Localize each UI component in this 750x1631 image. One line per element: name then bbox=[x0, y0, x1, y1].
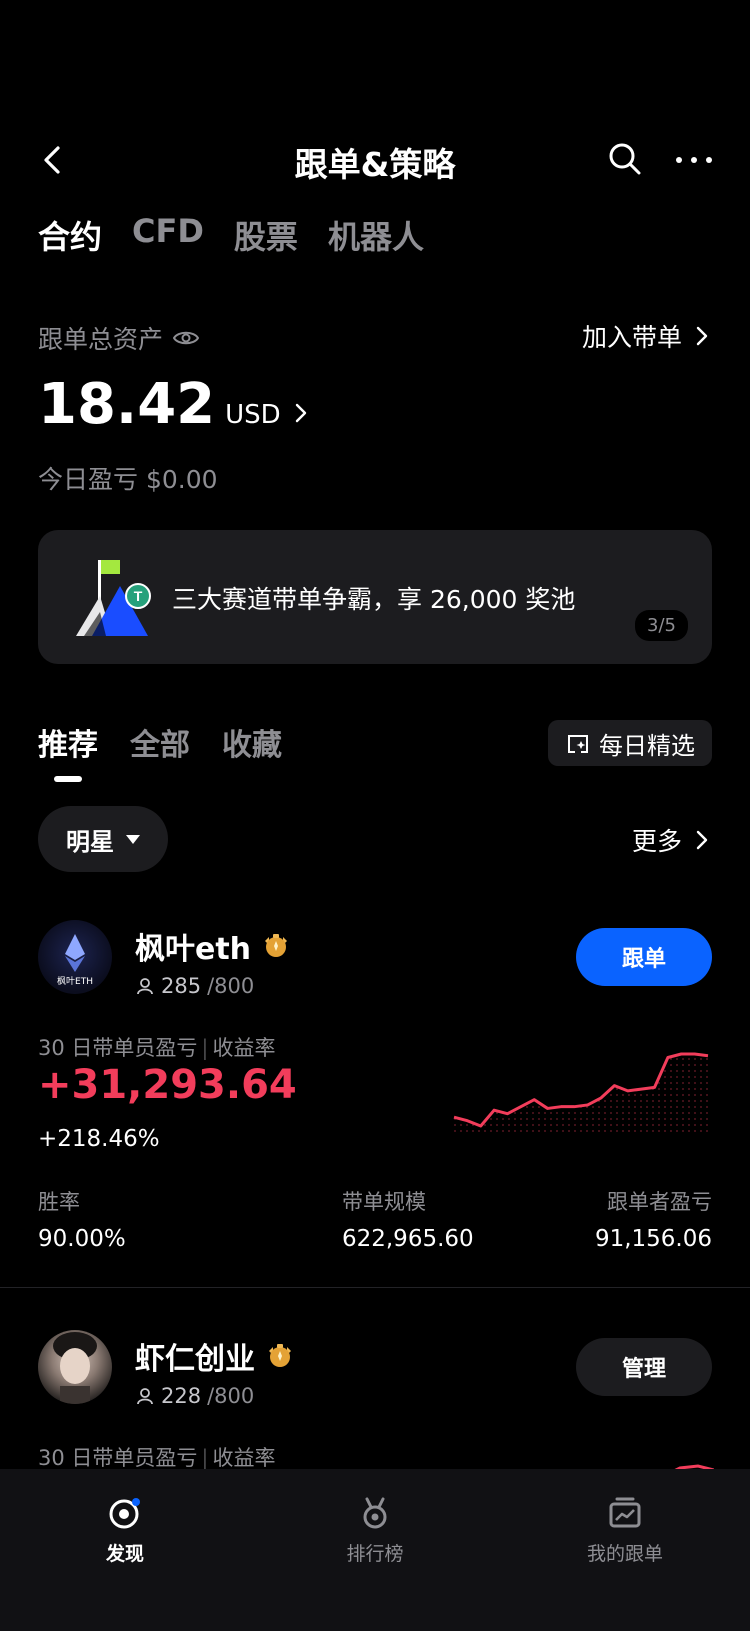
discover-icon bbox=[109, 1498, 140, 1529]
tab-stocks[interactable]: 股票 bbox=[234, 212, 298, 258]
caret-down-icon bbox=[126, 834, 140, 844]
pnl-sparkline bbox=[453, 1052, 709, 1132]
daily-picks-button[interactable]: 每日精选 bbox=[548, 720, 712, 766]
stat-label: 带单规模 bbox=[341, 1190, 426, 1214]
label-separator: | bbox=[201, 1036, 209, 1060]
svg-text:T: T bbox=[134, 588, 143, 604]
search-icon[interactable] bbox=[606, 140, 644, 178]
category-selected: 明星 bbox=[66, 827, 114, 856]
card-divider bbox=[0, 1287, 750, 1288]
banner-pager: 3/5 bbox=[635, 610, 688, 641]
trader-tabs: 推荐 全部 收藏 bbox=[38, 720, 282, 782]
more-link[interactable]: 更多 bbox=[632, 822, 708, 858]
nav-label: 排行榜 bbox=[346, 1543, 404, 1565]
person-icon bbox=[137, 978, 153, 995]
tab-futures[interactable]: 合约 bbox=[38, 212, 102, 258]
label-separator: | bbox=[201, 1446, 209, 1470]
trader-name-text: 虾仁创业 bbox=[135, 1342, 255, 1377]
stat-value: 622,965.60 bbox=[341, 1226, 474, 1252]
market-tabs: 合约 CFD 股票 机器人 bbox=[38, 212, 424, 258]
stat-value: 90.00% bbox=[38, 1226, 126, 1252]
pnl-label: 30 日带单员盈亏 | 收益率 bbox=[38, 1032, 275, 1062]
person-icon bbox=[137, 1388, 153, 1405]
balance-currency: USD bbox=[225, 400, 281, 430]
balance-value: 18.42 bbox=[38, 372, 216, 437]
tab-bots[interactable]: 机器人 bbox=[328, 212, 424, 258]
stat-label: 胜率 bbox=[38, 1190, 80, 1214]
today-pnl: 今日盈亏 $0.00 bbox=[38, 460, 218, 496]
nav-label: 我的跟单 bbox=[586, 1543, 663, 1565]
follower-max: /800 bbox=[207, 1384, 255, 1408]
bottom-nav: 发现 排行榜 我的跟单 bbox=[0, 1469, 750, 1631]
banner-text: 三大赛道带单争霸，享 26,000 奖池 bbox=[172, 585, 576, 614]
sparkle-calendar-icon bbox=[568, 735, 588, 753]
avatar-text: 枫叶ETH bbox=[57, 975, 93, 987]
pnl-value: +31,293.64 bbox=[38, 1062, 297, 1108]
trader-name[interactable]: 虾仁创业 bbox=[135, 1334, 295, 1378]
trader-stats: 胜率 90.00% 带单规模 622,965.60 跟单者盈亏 91,156.0… bbox=[38, 1186, 712, 1252]
ethereum-icon: 枫叶ETH bbox=[57, 934, 93, 987]
chevron-right-icon bbox=[696, 830, 708, 850]
gold-badge-icon bbox=[265, 934, 288, 957]
copy-trade-button[interactable]: 跟单 bbox=[576, 928, 712, 986]
total-assets-label: 跟单总资产 bbox=[38, 320, 200, 356]
person-photo-icon bbox=[53, 1332, 97, 1404]
trader-card[interactable]: 枫叶ETH 枫叶eth 285/800 跟单 30 日带单员盈亏 | 收益率 +31… bbox=[0, 920, 750, 1252]
join-lead-link[interactable]: 加入带单 bbox=[582, 318, 708, 354]
stat-label: 跟单者盈亏 bbox=[607, 1190, 712, 1214]
rate-label-text: 收益率 bbox=[212, 1446, 276, 1470]
stat-lead-size: 带单规模 622,965.60 bbox=[342, 1186, 474, 1252]
stat-win-rate: 胜率 90.00% bbox=[38, 1186, 126, 1252]
balance-row[interactable]: 18.42 USD bbox=[38, 372, 307, 437]
tab-all[interactable]: 全部 bbox=[130, 720, 190, 764]
follower-count: 285/800 bbox=[135, 974, 254, 998]
chevron-right-icon bbox=[295, 403, 306, 423]
gold-badge-icon bbox=[269, 1344, 291, 1367]
pnl-label-text: 30 日带单员盈亏 bbox=[38, 1036, 198, 1060]
follower-current: 228 bbox=[161, 1384, 202, 1408]
follower-count: 228/800 bbox=[135, 1384, 254, 1408]
more-label: 更多 bbox=[631, 827, 682, 856]
daily-picks-label: 每日精选 bbox=[599, 731, 695, 760]
follower-max: /800 bbox=[207, 974, 255, 998]
today-pnl-label: 今日盈亏 bbox=[38, 465, 139, 494]
tab-cfd[interactable]: CFD bbox=[132, 212, 204, 258]
header-bar: 跟单&策略 bbox=[0, 130, 750, 190]
nav-discover[interactable]: 发现 bbox=[35, 1495, 215, 1631]
chevron-right-icon bbox=[696, 326, 708, 346]
medal-icon bbox=[363, 1497, 387, 1529]
avatar[interactable] bbox=[38, 1330, 112, 1404]
tab-favorites[interactable]: 收藏 bbox=[222, 720, 282, 764]
nav-my-copies[interactable]: 我的跟单 bbox=[535, 1495, 715, 1631]
join-lead-label: 加入带单 bbox=[581, 323, 682, 352]
tournament-logo-icon: T bbox=[76, 560, 151, 636]
manage-button[interactable]: 管理 bbox=[576, 1338, 712, 1396]
nav-leaderboard[interactable]: 排行榜 bbox=[285, 1495, 465, 1631]
category-dropdown[interactable]: 明星 bbox=[38, 806, 168, 872]
sparkline-area bbox=[454, 1054, 708, 1132]
avatar[interactable]: 枫叶ETH bbox=[38, 920, 112, 994]
total-assets-text: 跟单总资产 bbox=[38, 325, 164, 354]
trader-name-text: 枫叶eth bbox=[135, 932, 252, 967]
nav-label: 发现 bbox=[105, 1543, 144, 1565]
stat-follower-pnl: 跟单者盈亏 91,156.06 bbox=[595, 1186, 712, 1252]
stat-value: 91,156.06 bbox=[594, 1226, 712, 1252]
trader-card[interactable]: 虾仁创业 228/800 管理 30 日带单员盈亏 | 收益率 bbox=[0, 1330, 750, 1480]
promo-banner[interactable]: T 三大赛道带单争霸，享 26,000 奖池 3/5 bbox=[38, 530, 712, 664]
return-rate: +218.46% bbox=[38, 1126, 160, 1152]
tab-recommended[interactable]: 推荐 bbox=[38, 720, 98, 782]
pnl-label: 30 日带单员盈亏 | 收益率 bbox=[38, 1442, 275, 1472]
rate-label-text: 收益率 bbox=[212, 1036, 276, 1060]
today-pnl-value: $0.00 bbox=[145, 465, 218, 494]
trader-name[interactable]: 枫叶eth bbox=[135, 924, 291, 968]
more-icon[interactable] bbox=[674, 142, 714, 178]
pnl-label-text: 30 日带单员盈亏 bbox=[38, 1446, 198, 1470]
eye-icon[interactable] bbox=[173, 329, 200, 347]
follower-current: 285 bbox=[161, 974, 202, 998]
portfolio-chart-icon bbox=[609, 1497, 641, 1528]
